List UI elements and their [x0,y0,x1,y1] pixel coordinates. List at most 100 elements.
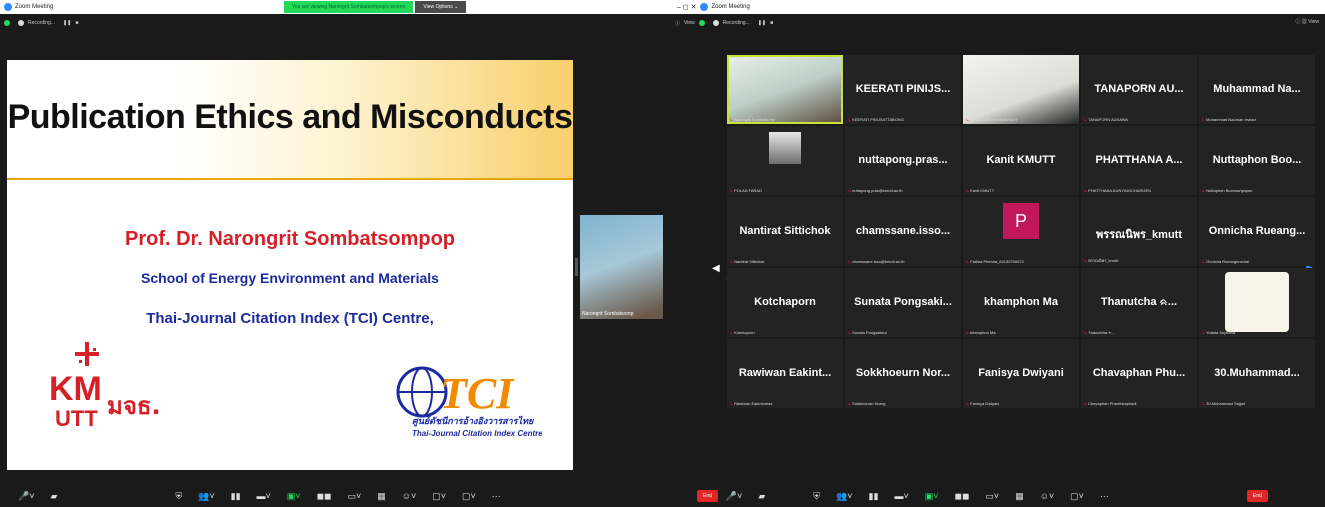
participant-display-name: Thanutcha ᨑ... [1100,296,1178,308]
security-icon[interactable]: ⛨ [813,491,820,502]
end-button-right[interactable]: End [1246,490,1268,502]
participant-tile[interactable]: PHATTHANA A... ⏾PHATTHANA AUNYINGCHAROEN [1081,126,1197,195]
stop-recording-button[interactable]: ■ [75,20,78,26]
zoom-logo-icon [700,3,709,11]
participant-display-name: Muhammad Na... [1213,83,1301,95]
svg-text:UTT: UTT [55,406,98,430]
participant-display-name: Nuttaphon Boo... [1212,154,1302,166]
mic-icon[interactable]: 🎤˅ [726,491,742,502]
svg-text:TCI: TCI [440,369,515,418]
participant-tile[interactable]: Fanisya Dwiyani ⏾Fanisya Dwiyani [963,339,1079,408]
participant-display-name: Nantirat Sittichok [739,225,831,237]
whiteboard-icon[interactable]: ▢˅ [432,491,446,502]
cc-icon[interactable]: ▭˅ [985,491,999,502]
polls-icon[interactable]: ▮▮ [231,491,241,502]
participant-tile[interactable]: Sunata Pongsaki... ⏾Sunata Pongsakkul [845,268,961,337]
participant-display-name: Sunata Pongsaki... [854,296,952,308]
slide-header-rule [7,178,573,180]
participant-tile[interactable]: Muhammad Na... ⏾Muhammad Nauman Irshad [1199,55,1315,124]
participant-full-name: Nantirat Sittichok [734,259,765,264]
chat-icon[interactable]: ▬˅ [257,491,271,501]
participant-tile[interactable]: chamssane.isso... ⏾chamssane.isso@kmutt.a… [845,197,961,266]
camera-icon[interactable]: ▰ [50,491,57,502]
view-button[interactable]: View [684,20,695,26]
participants-icon[interactable]: 👥˅ [198,491,214,502]
participant-tile[interactable]: ⏾Narongrit Sombatsomp [727,55,843,124]
pause-recording-button[interactable]: ❚❚ [758,20,766,26]
security-icon[interactable]: ⛨ [175,491,182,502]
participant-full-name: Kotchaporn [734,330,755,335]
stop-recording-button[interactable]: ■ [770,20,773,26]
participant-name-label: ⏾Thanutcha ᨑ... [1084,330,1115,335]
participant-tile[interactable]: TANAPORN AU... ⏾TANAPORN AUSAWA [1081,55,1197,124]
participant-full-name: Fatima Pherwa_64130700073 [970,259,1024,264]
more-icon[interactable]: ⋯ [1100,491,1109,502]
participants-icon[interactable]: 👥˅ [836,491,852,502]
cc-icon[interactable]: ▭˅ [348,491,362,502]
participant-tile[interactable]: ⏾Yolada Supidtha [1199,268,1315,337]
pause-recording-button[interactable]: ❚❚ [63,20,71,26]
more-icon[interactable]: ⋯ [492,491,501,502]
apps-icon[interactable]: ▦ [377,491,386,502]
participant-tile[interactable]: 30.Muhammad... ⏾30.Muhammad Sajjad [1199,339,1315,408]
mic-icon[interactable]: 🎤˅ [18,491,34,502]
view-toggle-button[interactable]: ⓘ ▦ View [1295,18,1319,25]
participant-tile[interactable]: Kanit KMUTT ⏾Kanit KMUTT [963,126,1079,195]
participant-tile[interactable]: ⏾FOLAD FARAD [727,126,843,195]
participant-tile[interactable]: nuttapong.pras... ⏾nuttapong.pras@kmutt.a… [845,126,961,195]
participant-display-name: Onnicha Rueang... [1208,225,1306,237]
participant-name-label: ⏾KEERATI PINIJSATTABONG [848,117,904,122]
shield-icon [698,20,705,26]
participant-tile[interactable]: khamphon Ma ⏾khamphon Ma [963,268,1079,337]
polls-icon[interactable]: ▮▮ [869,491,879,502]
chat-icon[interactable]: ▬˅ [894,491,908,501]
share-screen-icon[interactable]: ▣˅ [925,491,939,502]
participant-tile[interactable]: ⏾PHONGSRI MAISAWADH [963,55,1079,124]
share-screen-icon[interactable]: ▣˅ [287,491,301,502]
record-icon[interactable]: ◼◼ [954,491,969,502]
reactions-icon[interactable]: ☺˅ [1040,491,1054,501]
participant-display-name: khamphon Ma [984,296,1058,308]
muted-mic-icon: ⏾ [1202,401,1206,406]
camera-icon[interactable]: ▰ [758,491,765,502]
svg-text:Thai-Journal Citation Index Ce: Thai-Journal Citation Index Centre [412,429,542,438]
kmutt-logo: KM UTT มจธ. [49,342,161,430]
participant-display-name: Sokkhoeurn Nor... [855,367,951,379]
prev-page-icon[interactable]: ◀ [712,263,720,274]
end-button[interactable]: End [697,490,718,502]
window-controls-icon[interactable]: – ◻ ✕ [677,3,696,11]
svg-text:มจธ.: มจธ. [107,392,161,420]
notes-icon[interactable]: ▢˅ [462,491,476,502]
participant-name-label: ⏾Kanit KMUTT [966,188,994,193]
participant-full-name: FOLAD FARAD [734,188,762,193]
participant-tile[interactable]: Rawiwan Eakint... ⏾Rawiwan Eakintumas [727,339,843,408]
view-options-button[interactable]: View Options ⌄ [415,1,467,13]
participant-name-label: ⏾30.Muhammad Sajjad [1202,401,1245,406]
participant-name-label: ⏾Nantirat Sittichok [730,259,764,264]
apps-icon[interactable]: ▦ [1015,491,1024,502]
participant-display-name: KEERATI PINIJS... [855,83,951,95]
participant-tile[interactable]: Kotchaporn ⏾Kotchaporn [727,268,843,337]
muted-mic-icon: ⏾ [966,401,970,406]
participant-full-name: Sunata Pongsakkul [852,330,887,335]
participant-tile[interactable]: Nantirat Sittichok ⏾Nantirat Sittichok [727,197,843,266]
participant-tile[interactable]: Thanutcha ᨑ... ⏾Thanutcha ᨑ... [1081,268,1197,337]
reactions-icon[interactable]: ☺˅ [402,491,416,501]
participant-name-label: ⏾TANAPORN AUSAWA [1084,117,1128,122]
participant-name-label: ⏾Muhammad Nauman Irshad [1202,117,1256,122]
participant-tile[interactable]: Chavaphan Phu... ⏾Chavaphan Phanthkaphadi [1081,339,1197,408]
participant-tile[interactable]: Nuttaphon Boo... ⏾Nuttaphon Boonsuriyapan [1199,126,1315,195]
record-icon[interactable]: ◼◼ [317,491,332,502]
participant-tile[interactable]: P ⏾Fatima Pherwa_64130700073 [963,197,1079,266]
muted-mic-icon: ⏾ [730,401,734,406]
info-icon[interactable]: ⓘ [675,20,680,27]
participant-tile[interactable]: Sokkhoeurn Nor... ⏾Sokkhoeurn Norng [845,339,961,408]
participant-tile[interactable]: พรรณนิพร_kmutt ⏾พรรณนิพร_kmutt [1081,197,1197,266]
whiteboard-icon[interactable]: ▢˅ [1070,491,1084,502]
participant-tile[interactable]: KEERATI PINIJS... ⏾KEERATI PINIJSATTABONG [845,55,961,124]
split-handle[interactable] [575,258,578,276]
school-name: School of Energy Environment and Materia… [141,270,439,286]
participant-tile[interactable]: Onnicha Rueang... ⏾Onnicha Rueangkrachai [1199,197,1315,266]
participant-full-name: Rawiwan Eakintumas [734,401,773,406]
viewing-screen-label: You are viewing Narongrit Sombatsompop's… [284,1,414,13]
